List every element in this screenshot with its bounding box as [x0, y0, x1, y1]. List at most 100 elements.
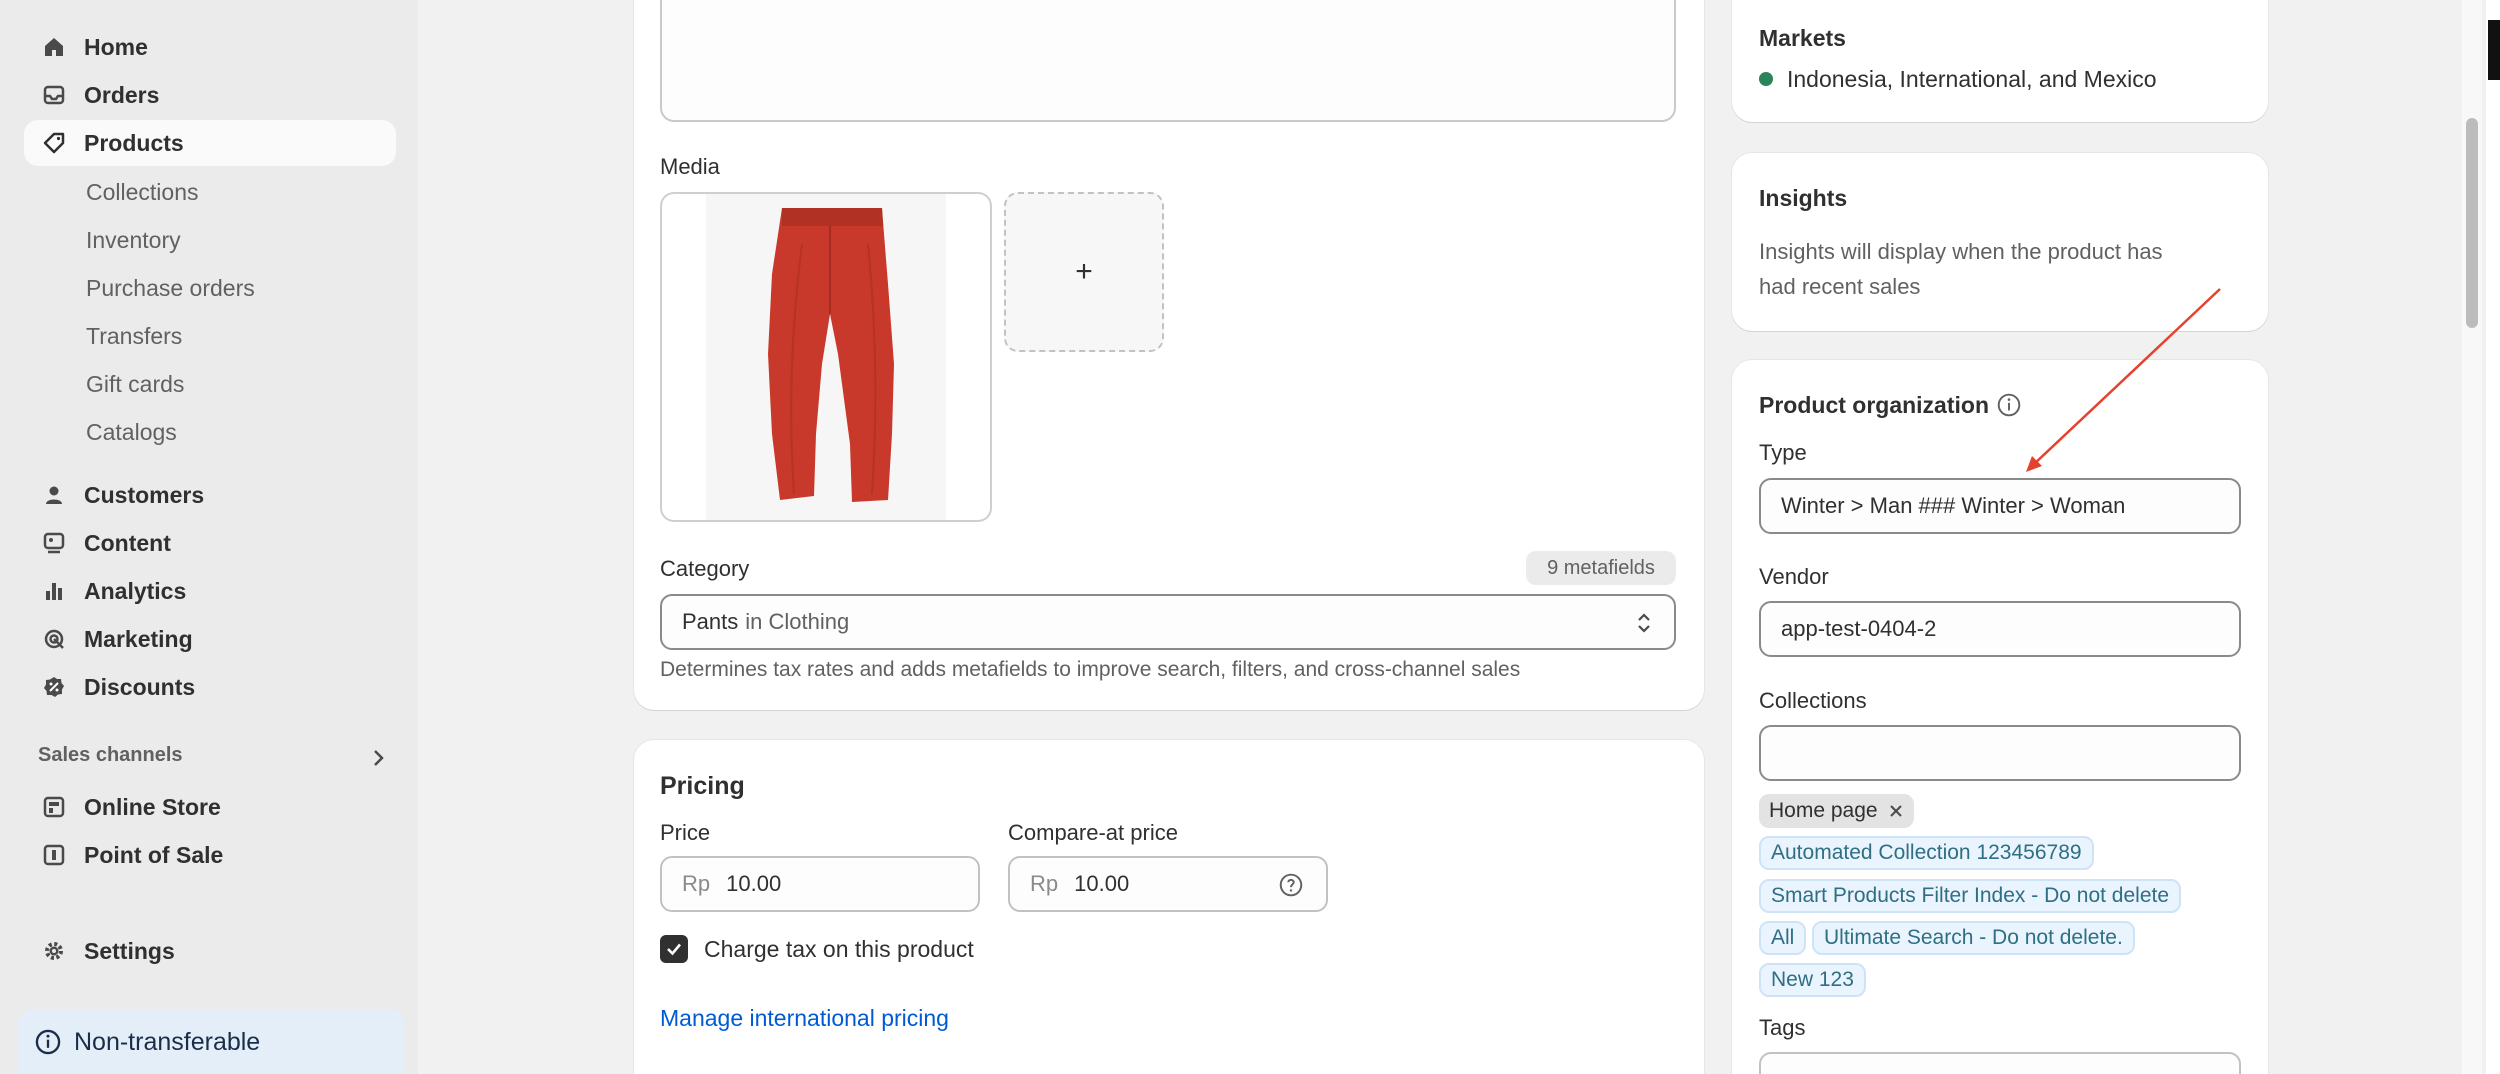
person-icon [24, 483, 84, 507]
markets-value: Indonesia, International, and Mexico [1787, 66, 2157, 92]
markets-card [1732, 0, 2268, 122]
category-label: Category [660, 556, 750, 581]
sidebar-item-label: Orders [84, 81, 160, 108]
sales-channels-heading: Sales channels [38, 744, 183, 766]
sidebar-item-marketing[interactable]: Marketing [24, 616, 396, 662]
description-editor[interactable] [660, 0, 1676, 122]
inbox-icon [24, 83, 84, 107]
collection-tag: Automated Collection 123456789 [1759, 836, 2094, 870]
vendor-value: app-test-0404-2 [1781, 616, 1937, 641]
red-pants-image [768, 208, 894, 502]
sidebar-item-label: Home [84, 33, 148, 60]
charge-tax-checkbox[interactable] [660, 935, 688, 963]
home-icon [24, 35, 84, 59]
sidebar-subitem-collections[interactable]: Collections [86, 172, 199, 212]
info-icon [35, 1029, 61, 1055]
compare-at-price-value: 10.00 [1074, 871, 1130, 896]
category-select[interactable]: Pants in Clothing [660, 594, 1676, 650]
collection-tag: All [1759, 921, 1807, 955]
price-label: Price [660, 820, 711, 845]
category-value: Pants [682, 609, 739, 634]
sidebar-subitem-transfers[interactable]: Transfers [86, 316, 182, 356]
category-help-text: Determines tax rates and adds metafields… [660, 658, 1521, 681]
media-label: Media [660, 154, 720, 179]
sidebar-item-online-store[interactable]: Online Store [24, 784, 396, 830]
sidebar-item-label: Online Store [84, 793, 221, 820]
sidebar-subitem-gift-cards[interactable]: Gift cards [86, 364, 184, 404]
collections-label: Collections [1759, 688, 1867, 713]
store-icon [24, 795, 84, 819]
sidebar-item-label: Customers [84, 481, 205, 508]
pos-icon [24, 843, 84, 867]
price-value: 10.00 [726, 871, 782, 896]
scrollbar-thumb[interactable] [2466, 118, 2478, 328]
metafields-badge: 9 metafields [1526, 551, 1676, 585]
collection-tag: Home page [1759, 794, 1914, 828]
charge-tax-label[interactable]: Charge tax on this product [704, 936, 974, 963]
insights-text-line-2: had recent sales [1759, 274, 1921, 299]
tags-input[interactable] [1759, 1052, 2241, 1074]
window-edge [2486, 0, 2500, 1074]
sidebar-item-settings[interactable]: Settings [24, 928, 396, 974]
vendor-label: Vendor [1759, 564, 1829, 589]
price-currency-prefix: Rp [682, 871, 711, 896]
insights-text-line-1: Insights will display when the product h… [1759, 239, 2163, 264]
sidebar-item-label: Point of Sale [84, 841, 224, 868]
sidebar-item-label: Marketing [84, 625, 193, 652]
help-icon[interactable] [1278, 872, 1304, 898]
discount-icon [24, 675, 84, 699]
sidebar-subitem-purchase-orders[interactable]: Purchase orders [86, 268, 255, 308]
markets-title: Markets [1759, 25, 1846, 51]
type-value: Winter > Man ### Winter > Woman [1781, 493, 2126, 518]
sidebar-item-products[interactable]: Products [24, 120, 396, 166]
bar-chart-icon [24, 579, 84, 603]
collection-tag: New 123 [1759, 963, 1866, 997]
sidebar-item-home[interactable]: Home [24, 24, 396, 70]
chevron-right-icon[interactable] [366, 746, 390, 770]
media-thumbnail[interactable] [660, 192, 992, 522]
sidebar-item-label: Settings [84, 937, 175, 964]
collections-input[interactable] [1759, 725, 2241, 781]
content-icon [24, 531, 84, 555]
collection-tag-label: Home page [1769, 799, 1878, 822]
sidebar-item-customers[interactable]: Customers [24, 472, 396, 518]
tags-label: Tags [1759, 1015, 1806, 1040]
sidebar-item-discounts[interactable]: Discounts [24, 664, 396, 710]
category-parent: in Clothing [745, 609, 850, 634]
sidebar-subitem-inventory[interactable]: Inventory [86, 220, 181, 260]
gear-icon [24, 939, 84, 963]
sidebar-item-point-of-sale[interactable]: Point of Sale [24, 832, 396, 878]
target-icon [24, 627, 84, 651]
non-transferable-label: Non-transferable [74, 1027, 261, 1056]
app-window: Home Orders Products Collections Invento… [0, 0, 2500, 1074]
sidebar: Home Orders Products Collections Invento… [0, 0, 418, 1074]
compare-at-price-label: Compare-at price [1008, 820, 1178, 845]
sidebar-item-label: Discounts [84, 673, 196, 700]
remove-tag-icon[interactable] [1888, 803, 1904, 819]
tag-icon [24, 131, 84, 155]
select-chevrons-icon [1638, 613, 1650, 633]
non-transferable-banner[interactable]: Non-transferable [18, 1010, 404, 1074]
vendor-input[interactable]: app-test-0404-2 [1759, 601, 2241, 657]
market-status-dot [1759, 72, 1773, 86]
add-media-button[interactable]: + [1004, 192, 1164, 352]
compare-at-price-input[interactable]: Rp 10.00 [1008, 856, 1328, 912]
type-label: Type [1759, 440, 1807, 465]
collection-tag: Smart Products Filter Index - Do not del… [1759, 879, 2182, 913]
sidebar-subitem-catalogs[interactable]: Catalogs [86, 412, 177, 452]
price-input[interactable]: Rp 10.00 [660, 856, 980, 912]
pricing-title: Pricing [660, 772, 745, 800]
sidebar-item-content[interactable]: Content [24, 520, 396, 566]
sidebar-item-orders[interactable]: Orders [24, 72, 396, 118]
collection-tag: Ultimate Search - Do not delete. [1812, 921, 2135, 955]
info-icon[interactable] [1996, 392, 2022, 418]
manage-international-pricing-link[interactable]: Manage international pricing [660, 1005, 949, 1032]
sidebar-item-analytics[interactable]: Analytics [24, 568, 396, 614]
insights-title: Insights [1759, 185, 1848, 211]
sidebar-item-label: Analytics [84, 577, 187, 604]
product-organization-title: Product organization [1759, 392, 1989, 418]
type-input[interactable]: Winter > Man ### Winter > Woman [1759, 478, 2241, 534]
checkmark-icon [667, 943, 681, 956]
sidebar-item-label: Products [84, 129, 184, 156]
compare-currency-prefix: Rp [1030, 871, 1059, 896]
